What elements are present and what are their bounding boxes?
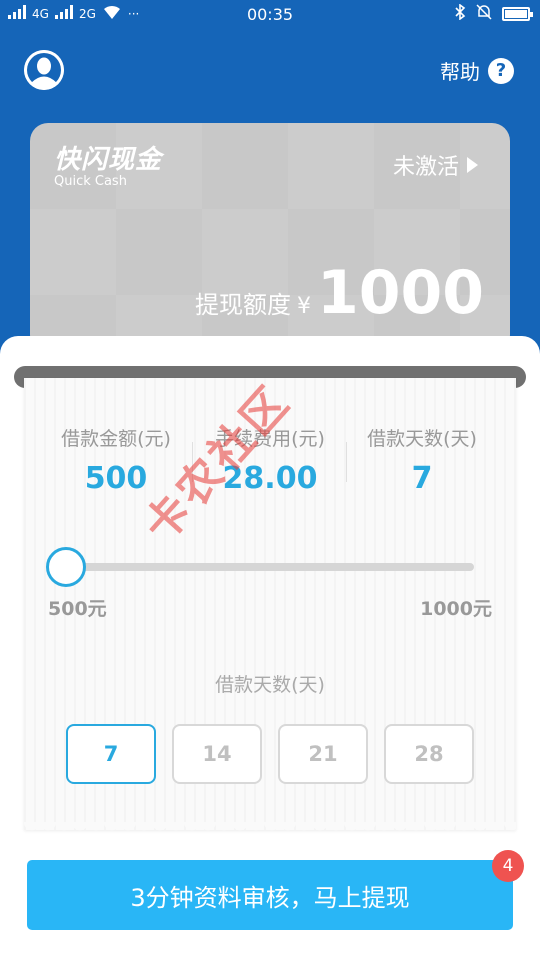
notification-badge: 4 bbox=[492, 850, 524, 882]
amount-slider-track[interactable] bbox=[66, 563, 474, 571]
day-option-28[interactable]: 28 bbox=[384, 724, 474, 784]
card-limit: 提现额度 ¥ 1000 bbox=[195, 263, 484, 323]
bluetooth-icon bbox=[454, 3, 466, 24]
amount-slider-handle[interactable] bbox=[46, 547, 86, 587]
avatar[interactable] bbox=[24, 50, 64, 90]
card-logo: 快闪现金 Quick Cash bbox=[54, 139, 162, 189]
card-logo-en: Quick Cash bbox=[54, 174, 127, 189]
user-icon bbox=[24, 50, 64, 90]
card-limit-amount: 1000 bbox=[317, 258, 484, 328]
day-option-14[interactable]: 14 bbox=[172, 724, 262, 784]
loan-stats: 借款金额(元) 500 手续费用(元) 28.00 借款天数(天) 7 bbox=[24, 424, 516, 504]
slider-max-label: 1000元 bbox=[420, 598, 492, 620]
question-icon: ? bbox=[488, 57, 514, 84]
help-button[interactable]: 帮助 ? bbox=[440, 56, 514, 85]
help-label: 帮助 bbox=[440, 60, 480, 84]
stat-value: 7 bbox=[411, 461, 433, 496]
bell-off-icon bbox=[476, 4, 492, 24]
receipt-edge bbox=[24, 822, 516, 838]
days-section-label: 借款天数(天) bbox=[215, 674, 325, 696]
day-options: 7 14 21 28 bbox=[66, 724, 474, 784]
play-arrow-icon bbox=[467, 157, 478, 173]
day-option-21[interactable]: 21 bbox=[278, 724, 368, 784]
status-bar: 4G 2G ··· 00:35 bbox=[0, 0, 540, 30]
stat-value: 500 bbox=[84, 461, 148, 496]
day-option-7[interactable]: 7 bbox=[66, 724, 156, 784]
stat-label: 手续费用(元) bbox=[215, 428, 325, 450]
card-limit-label: 提现额度 bbox=[195, 291, 291, 319]
stat-fee: 手续费用(元) 28.00 bbox=[188, 424, 352, 496]
stat-value: 28.00 bbox=[222, 461, 318, 496]
stat-loan-amount: 借款金额(元) 500 bbox=[34, 424, 198, 496]
battery-icon bbox=[502, 7, 533, 21]
stat-days: 借款天数(天) 7 bbox=[340, 424, 504, 496]
slider-min-label: 500元 bbox=[48, 598, 107, 620]
card-currency: ¥ bbox=[297, 294, 311, 319]
stat-label: 借款天数(天) bbox=[367, 428, 477, 450]
status-right bbox=[454, 3, 533, 24]
card-logo-cn: 快闪现金 bbox=[54, 145, 163, 175]
stat-label: 借款金额(元) bbox=[61, 428, 171, 450]
card-activation-status[interactable]: 未激活 bbox=[393, 149, 478, 181]
card-status-label: 未激活 bbox=[392, 155, 459, 180]
quick-cash-card[interactable]: 快闪现金 Quick Cash 未激活 提现额度 ¥ 1000 bbox=[30, 123, 510, 353]
withdraw-button[interactable]: 3分钟资料审核，马上提现 bbox=[27, 860, 513, 930]
